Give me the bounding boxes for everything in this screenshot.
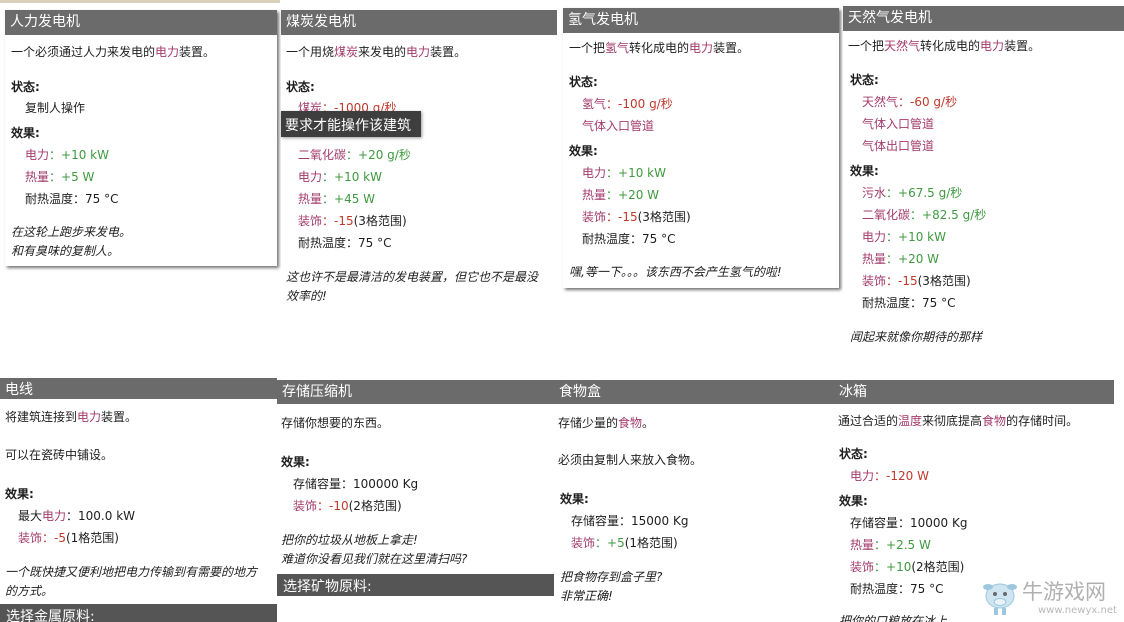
card-description-2: 必须由复制人来放入食物。 xyxy=(558,453,703,467)
card-natural-gas-generator: 天然气发电机 一个把天然气转化成电的电力装置。 状态: 天然气：-60 g/秒 … xyxy=(843,6,1124,351)
status-value: 复制人操作 xyxy=(25,101,86,115)
card-title: 食物盒 xyxy=(554,380,834,404)
status-label: 状态: xyxy=(569,75,598,89)
flavor-text: 把你的垃圾从地板上拿走! xyxy=(281,533,418,547)
effects-label: 效果: xyxy=(11,126,40,140)
effects-label: 效果: xyxy=(281,455,310,469)
status-natural-gas: 天然气：-60 g/秒 xyxy=(862,95,958,109)
flavor-text: 的方式。 xyxy=(5,584,54,598)
card-title: 氢气发电机 xyxy=(563,8,839,33)
card-description: 一个用烧煤炭来发电的电力装置。 xyxy=(286,45,467,59)
card-title: 电线 xyxy=(0,378,277,399)
effect-co2: 二氧化碳：+20 g/秒 xyxy=(298,148,411,162)
flavor-text: 这也许不是最清洁的发电装置，但它也不是最没 xyxy=(286,270,539,284)
effect-decor: 装饰：-10(2格范围) xyxy=(293,499,402,513)
effects-label: 效果: xyxy=(5,487,34,501)
card-description: 一个把氢气转化成电的电力装置。 xyxy=(569,41,750,55)
card-description: 存储少量的食物。 xyxy=(558,416,655,430)
site-watermark: 牛游戏网 www.newyx.net xyxy=(980,574,1124,622)
status-label: 状态: xyxy=(286,80,315,94)
top-edge xyxy=(0,0,280,3)
status-label: 状态: xyxy=(839,447,868,461)
card-title: 存储压缩机 xyxy=(277,380,554,404)
effects-label: 效果: xyxy=(839,494,868,508)
flavor-text: 嘿,等一下。。。该东西不会产生氢气的啦! xyxy=(569,265,782,279)
effect-decor: 装饰：-15(3格范围) xyxy=(298,214,407,228)
card-manual-generator: 人力发电机 一个必须通过人力来发电的电力装置。 状态: 复制人操作 效果: 电力… xyxy=(5,10,277,266)
flavor-text: 一个既快捷又便利地把电力传输到有需要的地方 xyxy=(5,565,258,579)
card-title: 煤炭发电机 xyxy=(281,10,557,35)
flavor-text: 难道你没看见我们就在这里清扫吗? xyxy=(281,552,468,566)
requirement-tooltip: 要求才能操作该建筑 xyxy=(281,111,421,137)
card-hydrogen-generator: 氢气发电机 一个把氢气转化成电的电力装置。 状态: 氢气：-100 g/秒 气体… xyxy=(563,8,839,288)
card-title: 人力发电机 xyxy=(5,10,277,35)
heat-tolerance: 耐热温度：75 °C xyxy=(862,296,956,310)
effect-decor: 装饰：-15(3格范围) xyxy=(862,274,971,288)
effect-heat: 热量：+5 W xyxy=(25,170,95,184)
card-description-2: 可以在瓷砖中铺设。 xyxy=(5,448,114,462)
effect-heat: 热量：+2.5 W xyxy=(850,538,931,552)
effect-heat: 热量：+20 W xyxy=(862,252,940,266)
effect-power: 电力：+10 kW xyxy=(298,170,382,184)
effect-heat: 热量：+20 W xyxy=(582,188,660,202)
select-mineral-bar[interactable]: 选择矿物原料: xyxy=(277,574,554,596)
status-power: 电力：-120 W xyxy=(850,469,929,483)
effects-label: 效果: xyxy=(560,492,589,506)
effect-heat: 热量：+45 W xyxy=(298,192,376,206)
effect-capacity: 存储容量：10000 Kg xyxy=(850,516,968,530)
card-description: 一个必须通过人力来发电的电力装置。 xyxy=(11,45,216,59)
flavor-text: 效率的! xyxy=(286,289,327,303)
watermark-url: www.newyx.net xyxy=(1038,605,1117,616)
effect-power: 电力：+10 kW xyxy=(25,148,109,162)
cow-mascot-icon xyxy=(983,583,1017,615)
effect-max-power: 最大电力：100.0 kW xyxy=(18,509,136,523)
heat-tolerance: 耐热温度：75 °C xyxy=(25,192,119,206)
effect-decor: 装饰：+10(2格范围) xyxy=(850,560,965,574)
status-gas-inlet: 气体入口管道 xyxy=(582,119,655,133)
card-description: 将建筑连接到电力装置。 xyxy=(5,410,138,424)
card-description: 一个把天然气转化成电的电力装置。 xyxy=(848,39,1041,53)
card-coal-generator: 煤炭发电机 一个用烧煤炭来发电的电力装置。 状态: 煤炭：-1000 g/秒 二… xyxy=(281,10,557,310)
heat-tolerance: 耐热温度：75 °C xyxy=(298,236,392,250)
flavor-text: 和有臭味的复制人。 xyxy=(11,244,120,258)
card-title: 天然气发电机 xyxy=(843,6,1124,31)
effect-co2: 二氧化碳：+82.5 g/秒 xyxy=(862,208,987,222)
card-title: 冰箱 xyxy=(834,380,1114,404)
status-gas-outlet: 气体出口管道 xyxy=(862,139,935,153)
watermark-text: 牛游戏网 xyxy=(1022,580,1106,604)
effect-decor: 装饰：-5(1格范围) xyxy=(18,531,119,545)
card-storage-compactor: 存储压缩机 存储你想要的东西。 效果: 存储容量：100000 Kg 装饰：-1… xyxy=(277,380,554,622)
status-hydrogen: 氢气：-100 g/秒 xyxy=(582,97,673,111)
effects-label: 效果: xyxy=(569,144,598,158)
flavor-text: 把食物存到盒子里? xyxy=(560,570,663,584)
effect-decor: 装饰：-15(3格范围) xyxy=(582,210,691,224)
card-wire: 电线 将建筑连接到电力装置。 可以在瓷砖中铺设。 效果: 最大电力：100.0 … xyxy=(0,378,277,622)
heat-tolerance: 耐热温度：75 °C xyxy=(850,582,944,596)
status-gas-inlet: 气体入口管道 xyxy=(862,117,935,131)
card-description: 存储你想要的东西。 xyxy=(281,416,390,430)
card-description: 通过合适的温度来彻底提高食物的存储时间。 xyxy=(838,414,1079,428)
flavor-text: 把你的口粮放在冰上 xyxy=(839,614,948,622)
effect-decor: 装饰：+5(1格范围) xyxy=(571,536,678,550)
effect-capacity: 存储容量：100000 Kg xyxy=(293,477,419,491)
flavor-text: 闻起来就像你期待的那样 xyxy=(850,330,983,344)
card-ration-box: 食物盒 存储少量的食物。 必须由复制人来放入食物。 效果: 存储容量：15000… xyxy=(554,380,834,622)
effect-polluted-water: 污水：+67.5 g/秒 xyxy=(862,186,963,200)
flavor-text: 非常正确! xyxy=(560,589,613,603)
flavor-text: 在这轮上跑步来发电。 xyxy=(11,225,132,239)
heat-tolerance: 耐热温度：75 °C xyxy=(582,232,676,246)
select-metal-bar[interactable]: 选择金属原料: xyxy=(0,604,277,622)
status-label: 状态: xyxy=(11,80,40,94)
status-label: 状态: xyxy=(850,73,879,87)
effect-power: 电力：+10 kW xyxy=(582,166,666,180)
effect-capacity: 存储容量：15000 Kg xyxy=(571,514,689,528)
effect-power: 电力：+10 kW xyxy=(862,230,946,244)
effects-label: 效果: xyxy=(850,164,879,178)
